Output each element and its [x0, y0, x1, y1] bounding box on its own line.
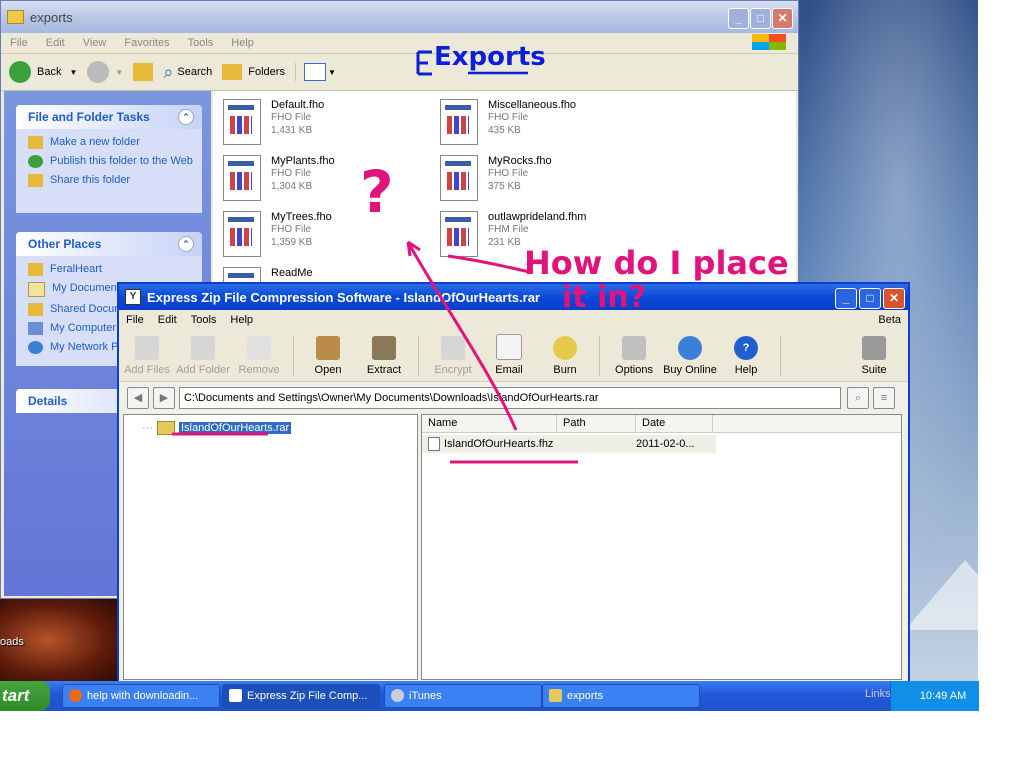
annotation-title: Exports [434, 42, 546, 72]
annotation-question-line2: it in? [562, 280, 647, 315]
annotation-layer [172, 50, 578, 464]
annotation-pointer-line [447, 254, 531, 274]
annotation-arrow [406, 241, 518, 431]
annotation-title-letter [416, 50, 432, 76]
annotation-question-mark: ? [360, 158, 394, 226]
annotation-question-line1: How do I place [524, 244, 789, 282]
